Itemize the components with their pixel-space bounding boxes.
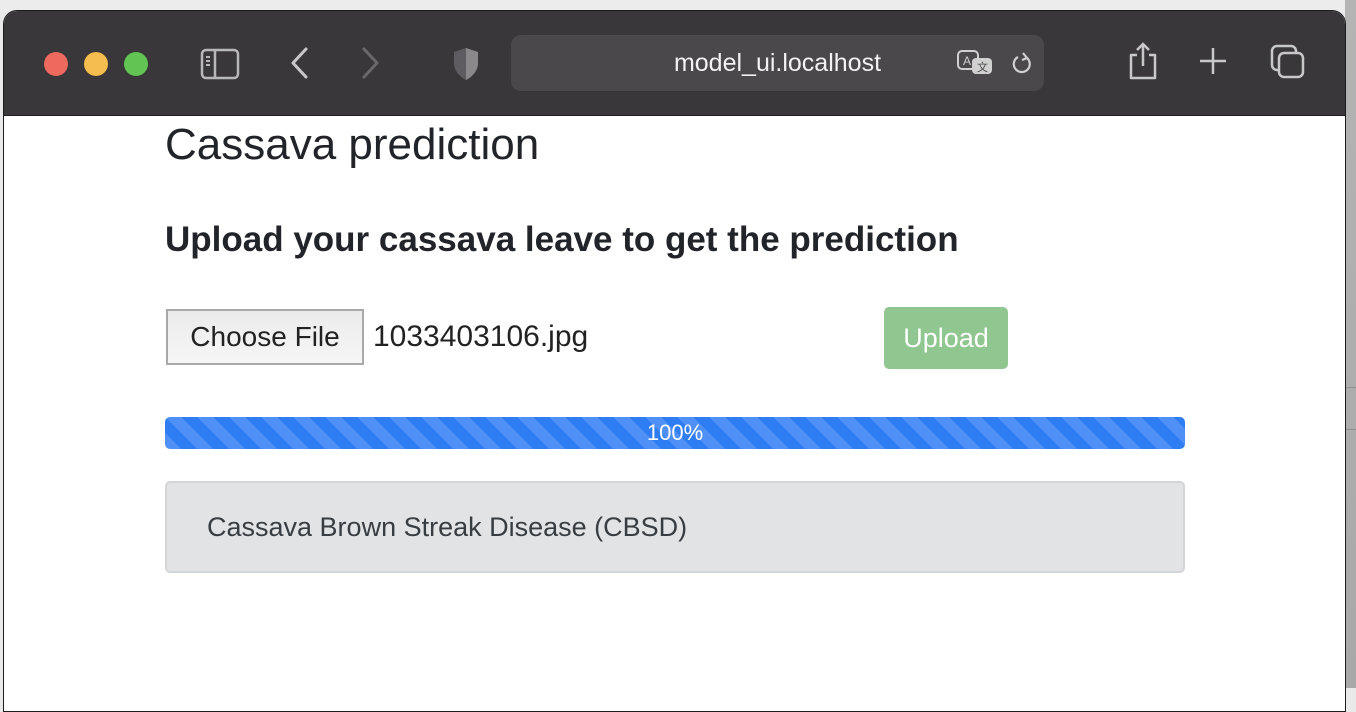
svg-text:A: A bbox=[963, 54, 971, 68]
translate-icon[interactable]: A 文 bbox=[956, 49, 996, 79]
web-page: Cassava prediction Upload your cassava l… bbox=[4, 116, 1345, 711]
browser-window: model_ui.localhost A 文 Cassava predictio… bbox=[3, 10, 1346, 712]
minimize-window-button[interactable] bbox=[84, 52, 108, 76]
choose-file-button[interactable]: Choose File bbox=[166, 309, 364, 365]
forward-icon[interactable] bbox=[358, 46, 382, 80]
selected-file-name: 1033403106.jpg bbox=[373, 320, 589, 353]
reload-icon[interactable] bbox=[1010, 51, 1034, 77]
prediction-result: Cassava Brown Streak Disease (CBSD) bbox=[165, 481, 1185, 573]
tabs-overview-icon[interactable] bbox=[1269, 44, 1307, 80]
zoom-window-button[interactable] bbox=[124, 52, 148, 76]
share-icon[interactable] bbox=[1126, 41, 1160, 81]
page-subtitle: Upload your cassava leave to get the pre… bbox=[165, 220, 959, 259]
progress-label: 100% bbox=[646, 420, 704, 445]
browser-toolbar: model_ui.localhost A 文 bbox=[4, 11, 1345, 116]
close-window-button[interactable] bbox=[44, 52, 68, 76]
svg-text:文: 文 bbox=[977, 60, 988, 74]
new-tab-icon[interactable] bbox=[1198, 46, 1228, 76]
prediction-result-text: Cassava Brown Streak Disease (CBSD) bbox=[207, 512, 688, 542]
back-icon[interactable] bbox=[288, 46, 312, 80]
background-window bbox=[1345, 0, 1356, 688]
page-title: Cassava prediction bbox=[165, 120, 540, 169]
sidebar-icon[interactable] bbox=[200, 48, 240, 80]
shield-icon[interactable] bbox=[451, 46, 481, 82]
upload-progress-bar: 100% bbox=[165, 417, 1185, 449]
address-bar[interactable]: model_ui.localhost A 文 bbox=[511, 35, 1044, 91]
upload-button[interactable]: Upload bbox=[884, 307, 1008, 369]
